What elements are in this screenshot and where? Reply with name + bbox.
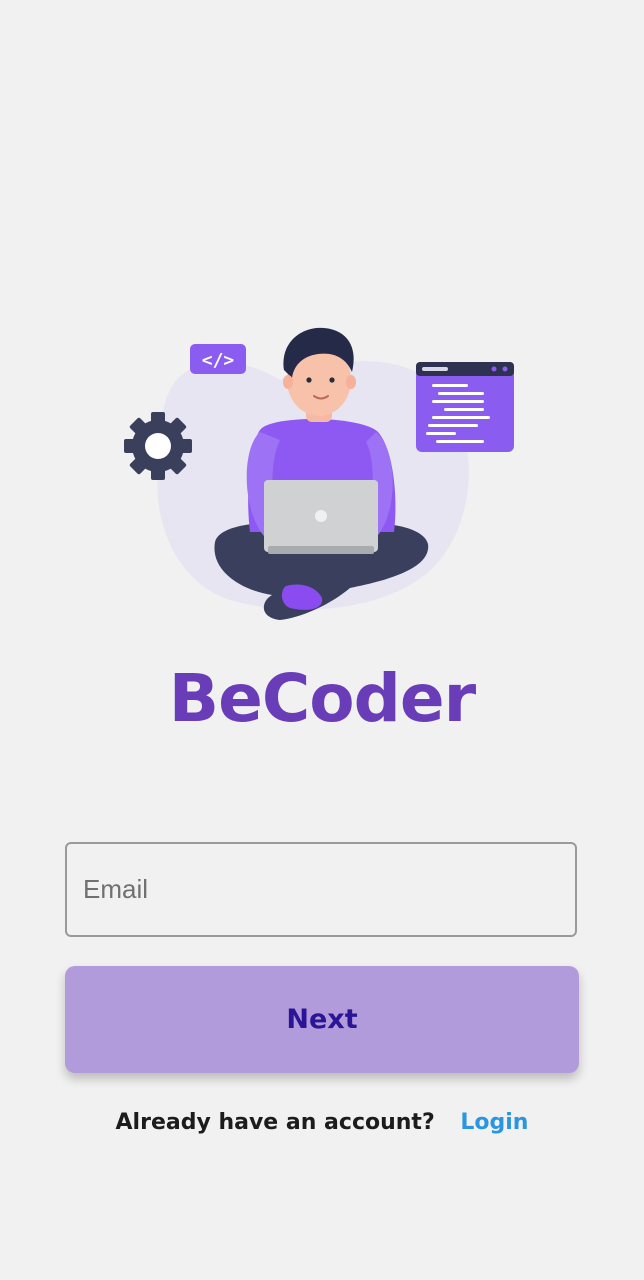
login-prompt-row: Already have an account? Login <box>0 1110 644 1135</box>
signup-screen: </> BeCoder Email Next Already have an a… <box>0 0 644 1280</box>
email-field[interactable] <box>65 842 577 937</box>
code-tag-icon: </> <box>190 344 246 374</box>
login-prompt-text: Already have an account? <box>115 1110 435 1135</box>
gear-icon <box>124 412 192 480</box>
developer-illustration: </> <box>124 327 514 620</box>
login-link[interactable]: Login <box>460 1110 528 1135</box>
code-window-icon <box>416 362 514 452</box>
svg-text:</>: </> <box>202 350 235 371</box>
next-button[interactable]: Next <box>65 966 579 1073</box>
laptop-icon <box>264 480 378 554</box>
app-brand-title: BeCoder <box>168 660 476 737</box>
